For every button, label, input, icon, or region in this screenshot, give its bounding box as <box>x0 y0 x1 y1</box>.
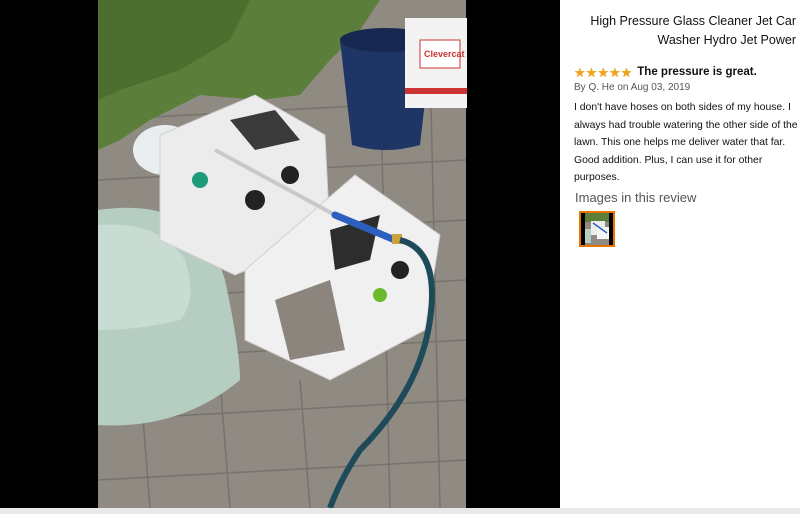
star-rating: ★ ★ ★ ★ ★ <box>574 66 632 79</box>
review-byline: By Q. He on Aug 03, 2019 <box>574 82 691 93</box>
images-heading: Images in this review <box>575 190 697 205</box>
review-image-thumbnail[interactable] <box>579 211 615 247</box>
review-panel: High Pressure Glass Cleaner Jet Car Wash… <box>574 0 798 508</box>
viewer-bottom-border <box>0 508 800 514</box>
thumbnail-image <box>581 213 613 245</box>
review-image-viewer: Clevercat High Pressure Glass Cleaner Je… <box>0 0 800 514</box>
star-icon: ★ <box>620 64 633 80</box>
review-title[interactable]: The pressure is great. <box>637 66 757 78</box>
media-pane: Clevercat <box>0 0 560 508</box>
product-title[interactable]: High Pressure Glass Cleaner Jet Car Wash… <box>574 12 796 50</box>
star-icon: ★ <box>585 64 598 80</box>
star-icon: ★ <box>574 64 586 80</box>
rating-row: ★ ★ ★ ★ ★ The pressure is great. <box>574 64 757 80</box>
bucket-label: Clevercat <box>424 49 465 59</box>
star-icon: ★ <box>608 64 621 80</box>
review-body: I don't have hoses on both sides of my h… <box>574 102 798 183</box>
review-photo[interactable]: Clevercat <box>0 0 560 508</box>
star-icon: ★ <box>597 64 609 80</box>
